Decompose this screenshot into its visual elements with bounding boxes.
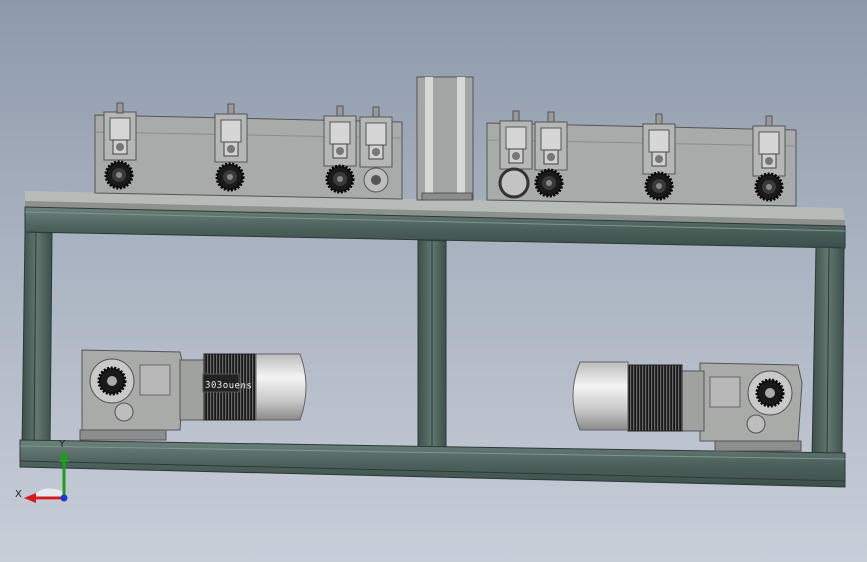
roller-bracket [499,110,533,170]
roller-bracket [642,113,676,175]
cad-viewport[interactable]: 303ouens Y X [0,0,867,562]
left-gear-motor [79,349,307,441]
roller-bracket [534,111,568,171]
gear-icon [754,172,784,202]
gear-icon [325,164,355,194]
orientation-triad[interactable]: Y X [12,440,72,510]
y-axis-label: Y [59,439,66,450]
ring-icon [498,167,530,199]
gear-icon [534,168,564,198]
x-axis-label: X [15,489,22,500]
frame-right-leg [811,246,845,459]
right-roller-housing [486,110,797,207]
frame-center-leg [417,239,447,451]
gear-icon [215,162,245,192]
cad-model[interactable] [0,0,867,562]
roller-bracket [359,106,393,168]
roller-bracket [752,115,786,177]
roller-bracket [103,102,137,161]
left-roller-housing [94,102,403,200]
center-guide-block [416,76,474,201]
gear-icon [104,160,134,190]
hub-icon [363,167,389,193]
gear-icon [644,171,674,201]
right-gear-motor [572,361,803,452]
roller-bracket [323,105,357,167]
frame-left-leg [21,231,53,449]
roller-bracket [214,103,248,163]
motor-nameplate: 303ouens [204,380,253,392]
z-axis-dot [60,494,68,502]
